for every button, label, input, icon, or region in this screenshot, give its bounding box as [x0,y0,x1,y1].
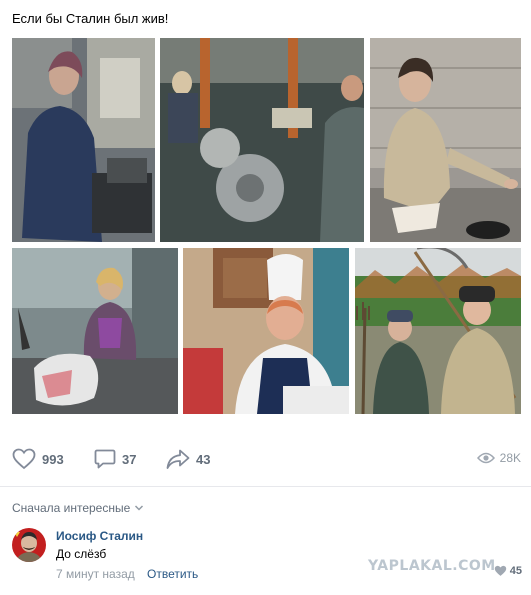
share-button[interactable]: 43 [166,448,210,470]
comment-time[interactable]: 7 минут назад [56,567,135,581]
views-count: 28K [499,451,521,465]
photo-factory-workers[interactable] [160,38,364,242]
comment-icon [94,449,116,469]
divider [0,486,531,487]
chevron-down-icon [135,505,144,511]
comment-text: До слёзб [56,547,107,561]
shares-count: 43 [196,451,211,467]
views-counter: 28K [476,451,521,465]
share-icon [166,449,190,469]
photo-cook-in-hat[interactable] [183,248,349,414]
watermark: YAPLAKAL.COM [368,558,496,574]
photo-farmers-with-tools[interactable] [355,248,521,414]
like-button[interactable]: 993 [12,448,64,470]
heart-icon [12,448,36,470]
heart-icon [494,565,506,576]
comment-likes-count: 45 [509,565,522,577]
photo-woman-sitting[interactable] [12,248,178,414]
photo-woman-at-lathe[interactable] [12,38,155,242]
eye-icon [476,452,495,464]
comments-sort-dropdown[interactable]: Сначала интересные [12,501,144,515]
comment-like-button[interactable]: 45 [494,565,522,577]
avatar[interactable] [12,528,46,562]
post-actions: 993 37 43 28K [0,448,531,474]
photo-man-crouching[interactable] [370,38,521,242]
likes-count: 993 [42,451,64,467]
comments-sort-label: Сначала интересные [12,501,131,515]
reply-button[interactable]: Ответить [147,567,198,581]
comments-count: 37 [122,451,137,467]
comment-author[interactable]: Иосиф Сталин [56,529,143,543]
comment-button[interactable]: 37 [94,448,136,470]
post-text: Если бы Сталин был жив! [12,11,169,26]
